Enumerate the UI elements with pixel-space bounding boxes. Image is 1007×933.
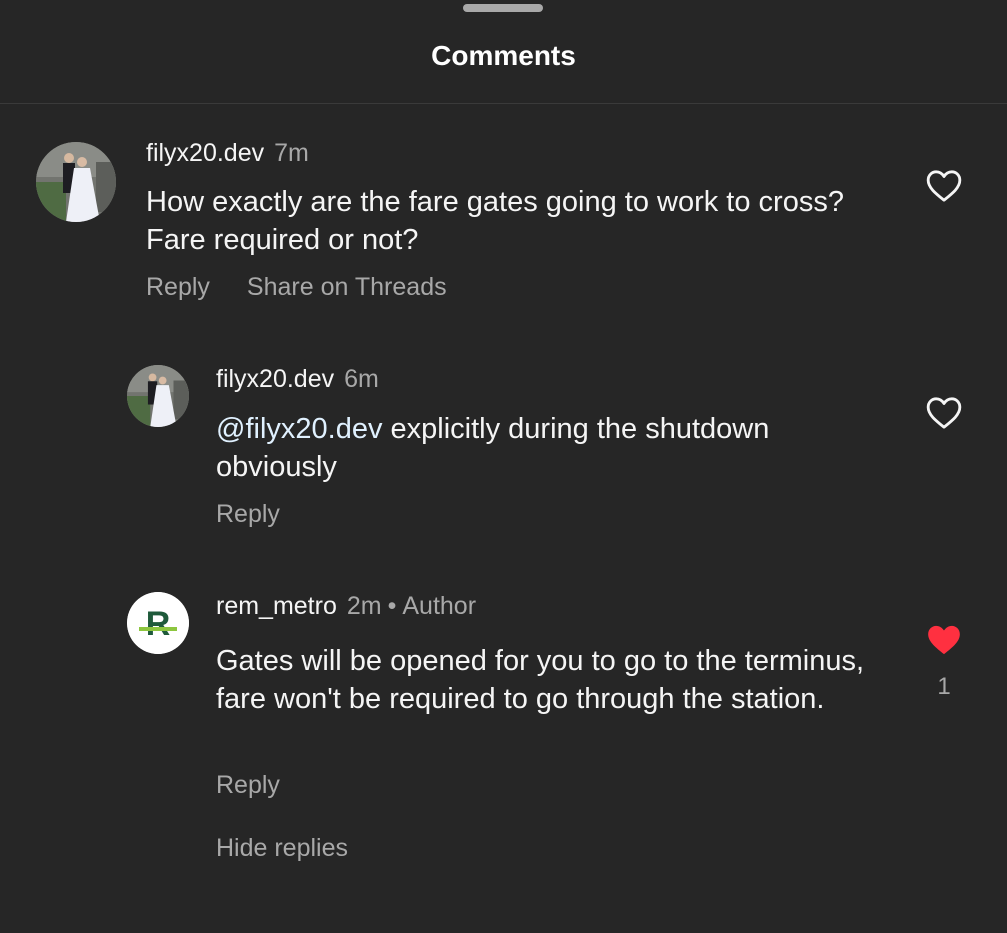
username[interactable]: rem_metro [216,592,337,620]
like-button[interactable] [924,166,964,206]
like-count: 1 [937,673,951,700]
avatar-photo [36,142,116,222]
hide-replies-button[interactable]: Hide replies [216,834,348,863]
like-button[interactable] [924,393,964,433]
comment-actions: Reply Share on Threads [146,273,447,302]
separator-dot: • [387,592,397,620]
avatar[interactable] [36,142,116,222]
page-title: Comments [431,40,576,71]
comments-sheet: Comments filyx20.dev 7m How exactly are t… [0,0,1007,933]
author-badge: Author [402,592,477,620]
comment-actions: Reply [216,771,280,800]
comment-meta: filyx20.dev 6m [216,365,379,394]
timestamp: 7m [274,139,309,167]
reply-button[interactable]: Reply [216,500,280,528]
avatar-photo [127,365,189,427]
timestamp: 2m [346,592,382,620]
share-on-threads-button[interactable]: Share on Threads [247,273,447,301]
comment-meta: filyx20.dev 7m [146,139,309,168]
header-divider [0,103,1007,104]
rem-logo-letter: R [146,605,171,643]
rem-logo-icon: R [127,592,189,654]
comment-text: @filyx20.dev explicitly during the shutd… [216,410,876,486]
mention-link[interactable]: @filyx20.dev [216,413,382,445]
like-button[interactable] [924,620,964,660]
heart-outline-icon [926,170,962,202]
heart-outline-icon [926,397,962,429]
comment-text: How exactly are the fare gates going to … [146,186,844,256]
avatar[interactable] [127,365,189,427]
comment-text: Gates will be opened for you to go to th… [216,645,865,715]
username[interactable]: filyx20.dev [146,139,264,167]
drag-handle[interactable] [463,4,543,12]
reply-button[interactable]: Reply [216,771,280,799]
username[interactable]: filyx20.dev [216,365,334,393]
reply-button[interactable]: Reply [146,273,210,301]
comment-actions: Reply [216,500,280,529]
avatar[interactable]: R [127,592,189,654]
timestamp: 6m [344,365,379,393]
heart-filled-icon [928,625,960,655]
comment-meta: rem_metro 2m • Author [216,592,476,621]
